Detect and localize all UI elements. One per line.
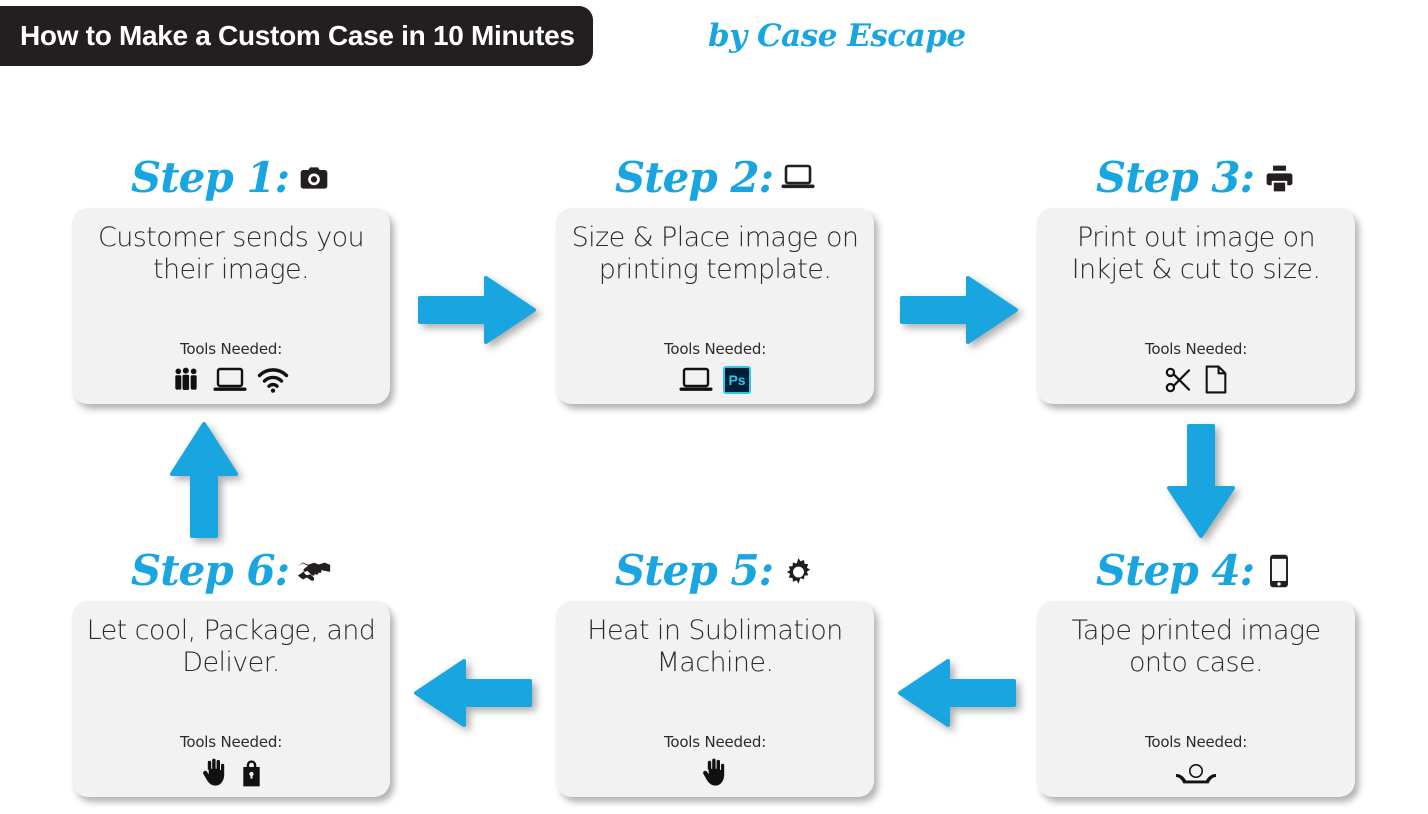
step-2-tools-icons: Ps	[679, 360, 751, 394]
step-6-tools-icons	[200, 753, 263, 787]
step-6-text: Let cool, Package, and Deliver.	[86, 615, 376, 678]
step-card-3: Step 3: Print out image on Inkjet & cut …	[1037, 152, 1355, 404]
step-4-tools-icons	[1175, 753, 1217, 787]
step-5-card: Heat in Sublimation Machine. Tools Neede…	[556, 601, 874, 797]
page-title: How to Make a Custom Case in 10 Minutes	[20, 20, 575, 51]
arrow-step3-to-step4	[1163, 424, 1239, 538]
step-card-4: Step 4: Tape printed image onto case. To…	[1037, 545, 1355, 797]
infographic-canvas: How to Make a Custom Case in 10 Minutes …	[0, 0, 1428, 814]
wifi-icon	[257, 366, 289, 394]
laptop-icon	[213, 366, 247, 394]
gloves-icon	[200, 757, 230, 787]
step-1-label: Step 1:	[130, 153, 290, 202]
arrow-step4-to-step5	[898, 655, 1016, 731]
step-3-tools-label: Tools Needed:	[1144, 340, 1248, 358]
step-4-tools-label: Tools Needed:	[1144, 733, 1248, 751]
step-2-card: Size & Place image on printing template.…	[556, 208, 874, 404]
step-5-heading: Step 5:	[556, 545, 874, 597]
arrow-step5-to-step6	[414, 655, 532, 731]
printer-icon	[1262, 161, 1296, 195]
tape-dispenser-icon	[1175, 763, 1217, 787]
step-6-heading: Step 6:	[72, 545, 390, 597]
handshake-icon	[297, 554, 331, 588]
step-card-2: Step 2: Size & Place image on printing t…	[556, 152, 874, 404]
step-6-tools-label: Tools Needed:	[179, 733, 283, 751]
step-3-text: Print out image on Inkjet & cut to size.	[1071, 222, 1321, 285]
step-6-card: Let cool, Package, and Deliver. Tools Ne…	[72, 601, 390, 797]
camera-icon	[297, 161, 331, 195]
step-3-card: Print out image on Inkjet & cut to size.…	[1037, 208, 1355, 404]
laptop-icon	[679, 366, 713, 394]
gear-icon	[781, 554, 815, 588]
step-5-text: Heat in Sublimation Machine.	[587, 615, 843, 678]
arrow-step6-to-step1	[166, 420, 242, 538]
step-2-tools-label: Tools Needed:	[663, 340, 767, 358]
header-bar: How to Make a Custom Case in 10 Minutes	[0, 6, 593, 66]
step-3-label: Step 3:	[1095, 153, 1255, 202]
step-1-tools-label: Tools Needed:	[179, 340, 283, 358]
photoshop-icon: Ps	[723, 366, 751, 394]
people-group-icon	[173, 366, 203, 394]
brand-logo: by Case Escape	[708, 18, 966, 54]
step-2-label: Step 2:	[614, 153, 774, 202]
step-card-1: Step 1: Customer sends you their image. …	[72, 152, 390, 404]
laptop-icon	[781, 161, 815, 195]
step-2-heading: Step 2:	[556, 152, 874, 204]
gloves-icon	[700, 757, 730, 787]
step-4-text: Tape printed image onto case.	[1071, 615, 1321, 678]
step-1-text: Customer sends you their image.	[97, 222, 365, 285]
step-4-label: Step 4:	[1095, 546, 1255, 595]
scissors-icon	[1164, 366, 1194, 394]
step-5-tools-icons	[700, 753, 730, 787]
step-2-text: Size & Place image on printing template.	[571, 222, 859, 285]
step-5-label: Step 5:	[614, 546, 774, 595]
step-card-5: Step 5: Heat in Sublimation Machine. Too…	[556, 545, 874, 797]
arrow-step2-to-step3	[900, 272, 1018, 348]
step-4-heading: Step 4:	[1037, 545, 1355, 597]
step-3-heading: Step 3:	[1037, 152, 1355, 204]
step-5-tools-label: Tools Needed:	[663, 733, 767, 751]
step-4-card: Tape printed image onto case. Tools Need…	[1037, 601, 1355, 797]
step-1-card: Customer sends you their image. Tools Ne…	[72, 208, 390, 404]
shopping-bag-icon	[240, 759, 263, 787]
arrow-step1-to-step2	[418, 272, 536, 348]
step-1-heading: Step 1:	[72, 152, 390, 204]
paper-page-icon	[1204, 365, 1228, 394]
smartphone-icon	[1262, 554, 1296, 588]
step-6-label: Step 6:	[130, 546, 290, 595]
step-card-6: Step 6: Let cool, Package, and Deliver. …	[72, 545, 390, 797]
step-3-tools-icons	[1164, 360, 1228, 394]
step-1-tools-icons	[173, 360, 289, 394]
